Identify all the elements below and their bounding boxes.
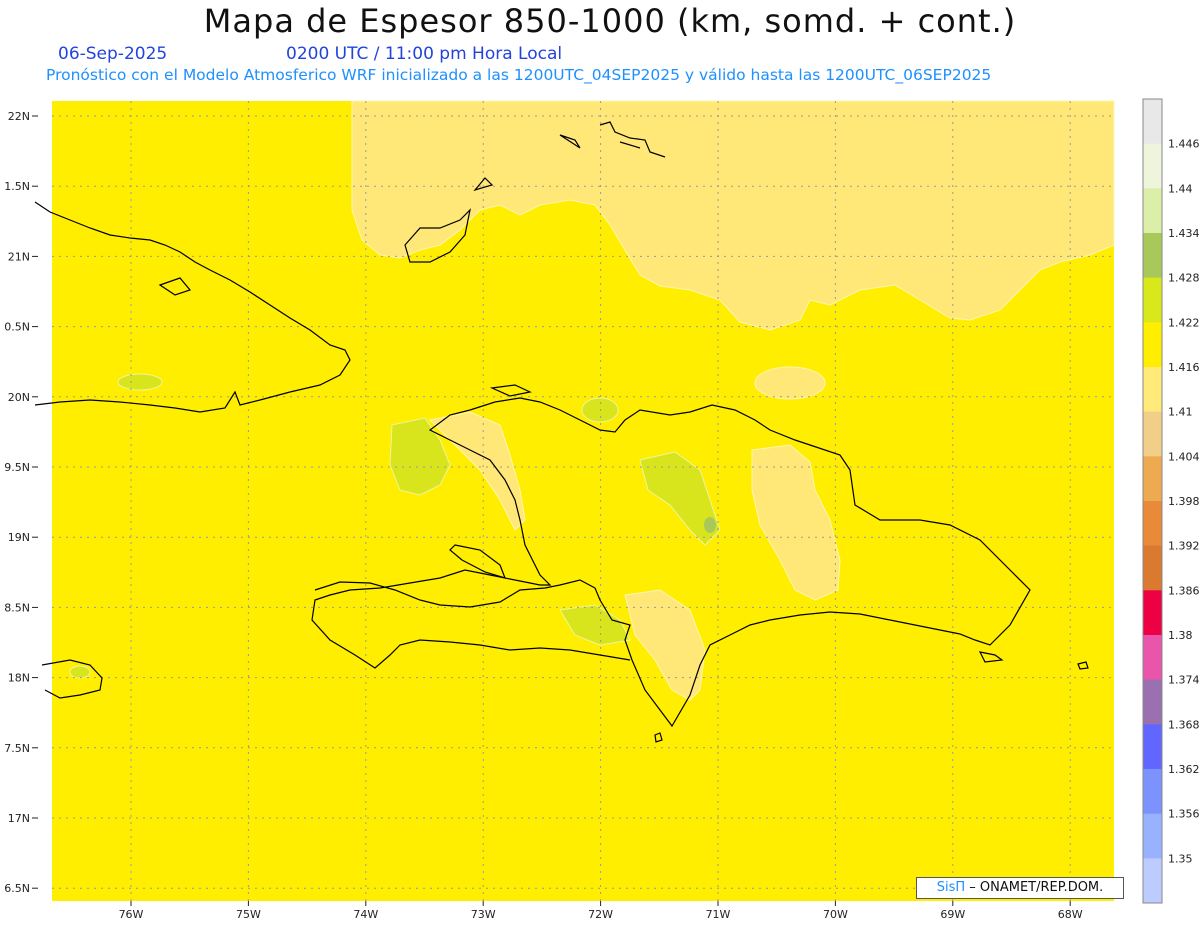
lon-label: 71W	[706, 908, 731, 921]
colorbar-swatch	[1143, 411, 1162, 457]
colorbar-label: 1.398	[1168, 495, 1200, 508]
colorbar-swatch	[1143, 233, 1162, 279]
colorbar-swatch	[1143, 545, 1162, 591]
colorbar-swatch	[1143, 143, 1162, 189]
colorbar-swatch	[1143, 367, 1162, 413]
colorbar-swatch	[1143, 635, 1162, 681]
green-contour-small	[581, 397, 619, 423]
lat-label: 18N	[8, 672, 30, 685]
colorbar-label: 1.434	[1168, 227, 1200, 240]
colorbar-swatch	[1143, 590, 1162, 636]
colorbar-swatch	[1143, 679, 1162, 725]
lon-label: 76W	[119, 908, 144, 921]
lat-label: 20N	[8, 391, 30, 404]
colorbar-label: 1.38	[1168, 629, 1193, 642]
lat-label: 9.5N	[4, 461, 30, 474]
lat-label: 6.5N	[4, 882, 30, 895]
lat-label: 0.5N	[4, 321, 30, 334]
credit-box: SisΠ – ONAMET/REP.DOM.	[916, 877, 1124, 899]
latitude-labels: 22N 1.5N 21N 0.5N 20N 9.5N 19N 8.5N 18N 7.5N 17N 6.…	[4, 110, 38, 895]
lon-label: 69W	[940, 908, 965, 921]
colorbar-label: 1.446	[1168, 138, 1200, 151]
colorbar-swatch	[1143, 724, 1162, 770]
green-contour-cuba	[69, 665, 91, 679]
lon-label: 74W	[353, 908, 378, 921]
green-contour-west	[117, 373, 163, 391]
colorbar-label: 1.428	[1168, 272, 1200, 285]
light-contour-islet	[754, 366, 826, 400]
colorbar-swatch	[1143, 99, 1162, 145]
credit-text: – ONAMET/REP.DOM.	[969, 880, 1104, 895]
thickness-map: 22N 1.5N 21N 0.5N 20N 9.5N 19N 8.5N 18N 7.5N 17N 6.…	[4, 98, 1200, 921]
lat-label: 19N	[8, 531, 30, 544]
colorbar-label: 1.362	[1168, 763, 1200, 776]
colorbar-label: 1.416	[1168, 361, 1200, 374]
lat-label: 21N	[8, 250, 30, 263]
colorbar-swatch	[1143, 813, 1162, 859]
lon-label: 72W	[588, 908, 613, 921]
lat-label: 7.5N	[4, 742, 30, 755]
colorbar-label: 1.356	[1168, 808, 1200, 821]
colorbar-label: 1.374	[1168, 674, 1200, 687]
lon-label: 70W	[823, 908, 848, 921]
lat-label: 1.5N	[4, 180, 30, 193]
colorbar-label: 1.392	[1168, 540, 1200, 553]
colorbar-label: 1.41	[1168, 406, 1193, 419]
colorbar-swatch	[1143, 188, 1162, 234]
colorbar-swatch	[1143, 501, 1162, 547]
green-contour-dot	[704, 517, 716, 533]
colorbar-label: 1.44	[1168, 182, 1193, 195]
lat-label: 8.5N	[4, 601, 30, 614]
colorbar-label: 1.404	[1168, 450, 1200, 463]
lon-label: 75W	[236, 908, 261, 921]
lat-label: 22N	[8, 110, 30, 123]
lon-label: 73W	[471, 908, 496, 921]
colorbar-swatch	[1143, 858, 1162, 904]
lon-label: 68W	[1058, 908, 1083, 921]
colorbar: 1.446 1.44 1.434 1.428 1.422 1.416 1.41 1.404 1.…	[1142, 98, 1200, 904]
colorbar-label: 1.368	[1168, 718, 1200, 731]
colorbar-swatch	[1143, 277, 1162, 323]
colorbar-label: 1.422	[1168, 316, 1200, 329]
colorbar-swatch	[1143, 769, 1162, 815]
longitude-labels: 76W 75W 74W 73W 72W 71W 70W 69W 68W	[119, 901, 1083, 921]
colorbar-swatch	[1143, 456, 1162, 502]
credit-brand: SisΠ	[936, 880, 966, 895]
colorbar-label: 1.35	[1168, 852, 1193, 865]
lat-label: 17N	[8, 812, 30, 825]
colorbar-swatch	[1143, 322, 1162, 368]
colorbar-label: 1.386	[1168, 584, 1200, 597]
